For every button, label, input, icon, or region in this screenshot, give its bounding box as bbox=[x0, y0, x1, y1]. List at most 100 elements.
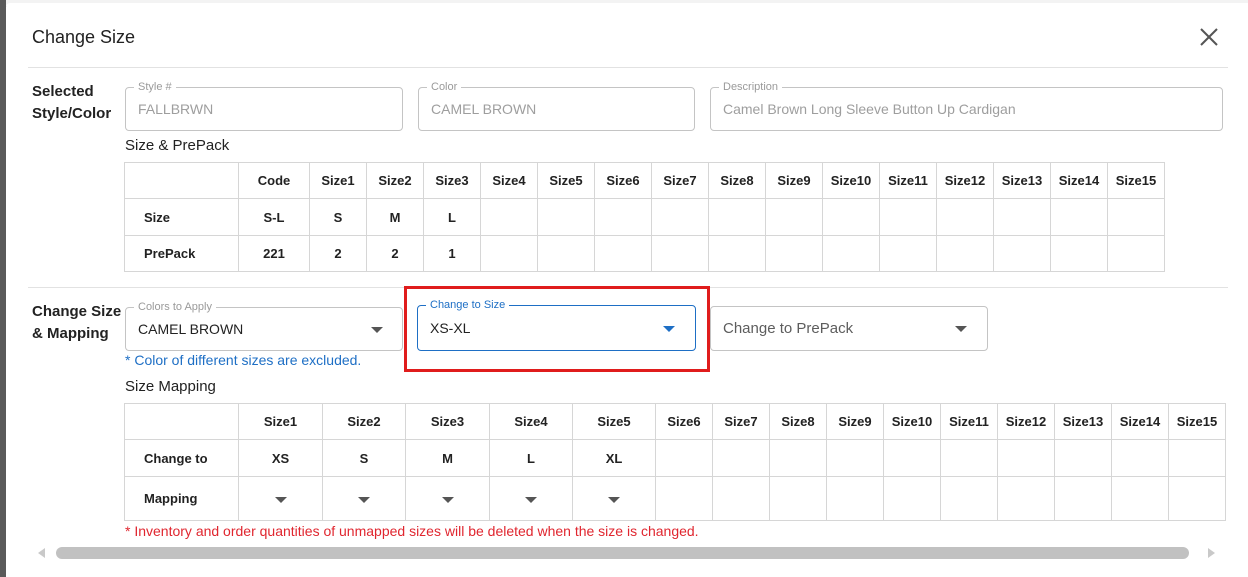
style-number-field: Style # FALLBRWN bbox=[125, 80, 403, 131]
scroll-right-icon[interactable] bbox=[1208, 548, 1215, 558]
table-cell bbox=[826, 476, 884, 521]
table-cell bbox=[1054, 476, 1112, 521]
chevron-down-icon[interactable] bbox=[371, 327, 383, 333]
table-cell: 221 bbox=[238, 235, 310, 272]
chevron-down-icon[interactable] bbox=[525, 497, 537, 503]
table-header-row: Code Size1 Size2 Size3 Size4 Size5 Size6 Size7 S… bbox=[124, 162, 1165, 199]
table-cell bbox=[712, 476, 770, 521]
table-cell bbox=[993, 198, 1051, 236]
description-value: Camel Brown Long Sleeve Button Up Cardig… bbox=[723, 101, 1016, 117]
table-cell: L bbox=[489, 439, 573, 477]
chevron-down-icon[interactable] bbox=[358, 497, 370, 503]
table-cell: 1 bbox=[423, 235, 481, 272]
table-cell bbox=[822, 198, 880, 236]
style-number-legend: Style # bbox=[134, 80, 176, 94]
scroll-left-icon[interactable] bbox=[38, 548, 45, 558]
column-header: Size7 bbox=[712, 403, 770, 440]
chevron-down-icon[interactable] bbox=[663, 326, 675, 332]
row-header: Size bbox=[124, 198, 239, 236]
column-header: Size14 bbox=[1111, 403, 1169, 440]
colors-to-apply-select[interactable]: Colors to Apply CAMEL BROWN bbox=[125, 300, 403, 351]
column-header: Size15 bbox=[1168, 403, 1226, 440]
chevron-down-icon[interactable] bbox=[955, 326, 967, 332]
table-cell bbox=[537, 235, 595, 272]
table-cell bbox=[594, 235, 652, 272]
mapping-dropdown[interactable] bbox=[322, 476, 406, 521]
table-cell bbox=[883, 439, 941, 477]
table-row: PrePack 221 2 2 1 bbox=[124, 235, 1165, 272]
column-header: Size12 bbox=[997, 403, 1055, 440]
row-header: Mapping bbox=[124, 476, 239, 521]
table-cell bbox=[765, 198, 823, 236]
column-header: Size8 bbox=[708, 162, 766, 199]
column-header: Size5 bbox=[537, 162, 595, 199]
table-cell bbox=[1111, 439, 1169, 477]
column-header bbox=[124, 162, 239, 199]
column-header: Size2 bbox=[322, 403, 406, 440]
chevron-down-icon[interactable] bbox=[608, 497, 620, 503]
table-cell: M bbox=[366, 198, 424, 236]
divider bbox=[28, 67, 1228, 68]
column-header: Code bbox=[238, 162, 310, 199]
size-mapping-table: Size1 Size2 Size3 Size4 Size5 Size6 Size7 Size8… bbox=[124, 403, 1226, 521]
table-cell bbox=[1168, 439, 1226, 477]
column-header: Size10 bbox=[883, 403, 941, 440]
colors-to-apply-value: CAMEL BROWN bbox=[138, 321, 244, 337]
column-header: Size14 bbox=[1050, 162, 1108, 199]
table-cell bbox=[940, 439, 998, 477]
horizontal-scrollbar[interactable] bbox=[56, 547, 1189, 559]
table-cell: 2 bbox=[366, 235, 424, 272]
column-header: Size9 bbox=[765, 162, 823, 199]
column-header: Size13 bbox=[993, 162, 1051, 199]
size-mapping-title: Size Mapping bbox=[125, 378, 216, 395]
mapping-dropdown[interactable] bbox=[572, 476, 656, 521]
change-size-dialog: Change Size Selected Style/Color Style #… bbox=[6, 3, 1248, 577]
table-cell bbox=[1107, 235, 1165, 272]
column-header: Size4 bbox=[489, 403, 573, 440]
change-to-size-legend: Change to Size bbox=[426, 298, 510, 312]
table-row: Mapping bbox=[124, 476, 1226, 521]
table-header-row: Size1 Size2 Size3 Size4 Size5 Size6 Size7 Size8… bbox=[124, 403, 1226, 440]
table-cell bbox=[879, 235, 937, 272]
column-header: Size1 bbox=[238, 403, 323, 440]
dialog-title: Change Size bbox=[32, 27, 136, 47]
column-header: Size6 bbox=[594, 162, 652, 199]
close-icon[interactable] bbox=[1196, 24, 1222, 50]
change-to-prepack-select[interactable]: Change to PrePack bbox=[710, 306, 988, 351]
table-cell: M bbox=[405, 439, 490, 477]
change-to-prepack-placeholder: Change to PrePack bbox=[723, 320, 854, 337]
table-cell bbox=[940, 476, 998, 521]
table-row: Size S-L S M L bbox=[124, 198, 1165, 236]
table-cell: S bbox=[309, 198, 367, 236]
table-cell bbox=[826, 439, 884, 477]
size-prepack-table: Code Size1 Size2 Size3 Size4 Size5 Size6 Size7 S… bbox=[124, 162, 1165, 272]
description-field: Description Camel Brown Long Sleeve Butt… bbox=[710, 80, 1223, 131]
column-header: Size7 bbox=[651, 162, 709, 199]
column-header: Size13 bbox=[1054, 403, 1112, 440]
column-header: Size8 bbox=[769, 403, 827, 440]
table-row: Change to XS S M L XL bbox=[124, 439, 1226, 477]
table-cell bbox=[769, 476, 827, 521]
chevron-down-icon[interactable] bbox=[274, 497, 287, 503]
column-header: Size4 bbox=[480, 162, 538, 199]
column-header: Size15 bbox=[1107, 162, 1165, 199]
table-cell bbox=[1050, 198, 1108, 236]
table-cell bbox=[651, 235, 709, 272]
change-to-size-value: XS-XL bbox=[430, 320, 471, 336]
table-cell bbox=[997, 439, 1055, 477]
table-cell bbox=[537, 198, 595, 236]
column-header: Size11 bbox=[940, 403, 998, 440]
chevron-down-icon[interactable] bbox=[441, 497, 454, 503]
table-cell bbox=[480, 198, 538, 236]
mapping-dropdown[interactable] bbox=[489, 476, 573, 521]
mapping-dropdown[interactable] bbox=[238, 476, 323, 521]
color-value: CAMEL BROWN bbox=[431, 101, 537, 117]
column-header bbox=[124, 403, 239, 440]
column-header: Size9 bbox=[826, 403, 884, 440]
column-header: Size3 bbox=[405, 403, 490, 440]
change-to-size-select[interactable]: Change to Size XS-XL bbox=[417, 298, 696, 351]
table-cell: S bbox=[322, 439, 406, 477]
table-cell bbox=[708, 198, 766, 236]
mapping-dropdown[interactable] bbox=[405, 476, 490, 521]
table-cell bbox=[708, 235, 766, 272]
